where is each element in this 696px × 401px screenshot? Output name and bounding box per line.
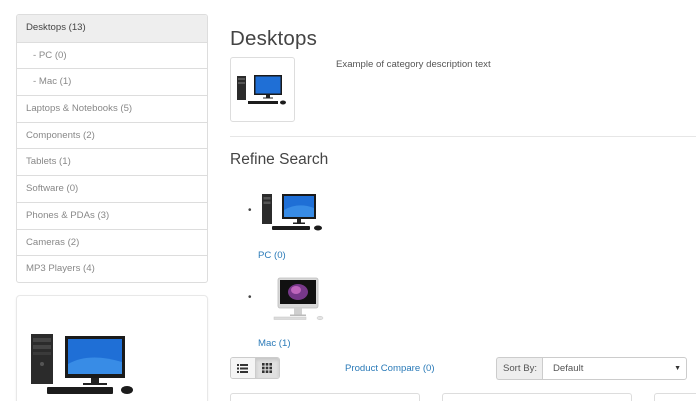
refine-search-title: Refine Search: [230, 151, 329, 168]
category-item-mac[interactable]: - Mac (1): [17, 68, 207, 95]
sidebar-banner[interactable]: [16, 295, 208, 401]
category-thumbnail[interactable]: [230, 57, 295, 122]
sort-select-value: Default: [553, 363, 584, 374]
category-item-desktops[interactable]: Desktops (13): [17, 15, 207, 42]
refine-link-mac[interactable]: Mac (1): [258, 338, 291, 349]
list-icon: [237, 363, 249, 373]
view-toggle: [230, 357, 280, 379]
grid-view-button[interactable]: [254, 358, 279, 378]
product-card[interactable]: [654, 393, 696, 401]
divider: [230, 136, 696, 137]
category-description: Example of category description text: [336, 59, 491, 70]
category-item-phones[interactable]: Phones & PDAs (3): [17, 201, 207, 229]
imac-icon[interactable]: [272, 276, 330, 322]
chevron-down-icon: ▼: [674, 365, 681, 372]
category-item-tablets[interactable]: Tablets (1): [17, 148, 207, 175]
category-item-pc[interactable]: - PC (0): [17, 41, 207, 69]
list-view-button[interactable]: [231, 358, 255, 378]
category-item-software[interactable]: Software (0): [17, 175, 207, 202]
category-item-mp3-players[interactable]: MP3 Players (4): [17, 255, 207, 282]
product-card[interactable]: [442, 393, 632, 401]
sort-by-label: Sort By:: [496, 357, 543, 380]
desktop-pc-icon[interactable]: [260, 190, 328, 234]
category-item-laptops[interactable]: Laptops & Notebooks (5): [17, 95, 207, 122]
sort-select[interactable]: Default ▼: [542, 357, 687, 380]
list-bullet: •: [248, 292, 252, 303]
grid-icon: [262, 363, 273, 373]
desktop-pc-image: [237, 75, 286, 105]
category-list: Desktops (13) - PC (0) - Mac (1) Laptops…: [16, 14, 208, 283]
page-title: Desktops: [230, 27, 318, 50]
category-item-cameras[interactable]: Cameras (2): [17, 228, 207, 256]
category-item-components[interactable]: Components (2): [17, 121, 207, 149]
product-card[interactable]: [230, 393, 420, 401]
refine-link-pc[interactable]: PC (0): [258, 250, 286, 261]
product-compare-link[interactable]: Product Compare (0): [345, 363, 435, 374]
list-bullet: •: [248, 205, 252, 216]
desktop-computer-image: [31, 334, 133, 394]
